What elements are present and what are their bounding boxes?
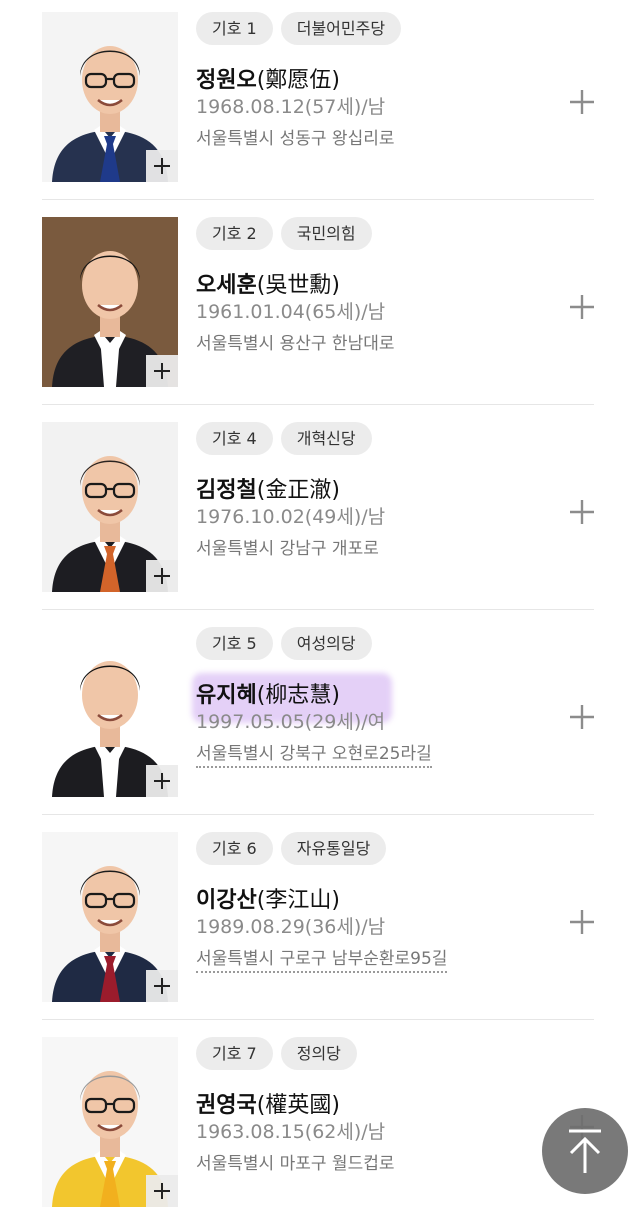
party-badge: 국민의힘 bbox=[280, 217, 372, 250]
plus-icon bbox=[154, 158, 170, 174]
candidate-name: 유지혜(柳志慧) bbox=[196, 677, 340, 709]
candidate-address: 서울특별시 구로구 남부순환로95길 bbox=[196, 944, 448, 973]
candidate-birth-info: 1963.08.15(62세)/남 bbox=[196, 1121, 386, 1143]
card-divider bbox=[42, 814, 594, 815]
candidate-address: 서울특별시 마포구 월드컵로 bbox=[196, 1154, 395, 1174]
card-divider bbox=[42, 199, 594, 200]
plus-icon bbox=[154, 773, 170, 789]
candidate-name: 김정철(金正澈) bbox=[196, 472, 340, 504]
candidate-name-korean: 김정철 bbox=[196, 478, 257, 503]
plus-icon bbox=[570, 910, 594, 934]
candidate-photo bbox=[42, 217, 178, 387]
candidate-name-korean: 유지혜 bbox=[196, 683, 257, 708]
candidate-name: 정원오(鄭愿伍) bbox=[196, 62, 340, 94]
candidate-name-hanja: (鄭愿伍) bbox=[256, 68, 340, 93]
candidate-name-hanja: (柳志慧) bbox=[256, 683, 340, 708]
arrow-up-to-top-icon bbox=[569, 1129, 601, 1173]
plus-icon bbox=[154, 978, 170, 994]
party-badge: 자유통일당 bbox=[280, 832, 387, 865]
candidate-photo bbox=[42, 832, 178, 1002]
candidate-number-badge: 기호 4 bbox=[196, 422, 273, 455]
add-candidate-button[interactable] bbox=[560, 285, 604, 329]
photo-add-button[interactable] bbox=[146, 970, 178, 1002]
candidate-photo bbox=[42, 422, 178, 592]
candidate-name-hanja: (李江山) bbox=[256, 888, 340, 913]
add-candidate-button[interactable] bbox=[560, 900, 604, 944]
candidate-birth-info: 1989.08.29(36세)/남 bbox=[196, 916, 386, 938]
candidate-name-korean: 권영국 bbox=[196, 1093, 257, 1118]
scroll-to-top-button[interactable] bbox=[542, 1108, 628, 1194]
plus-icon bbox=[570, 500, 594, 524]
candidate-name: 권영국(權英國) bbox=[196, 1087, 340, 1119]
candidate-name-hanja: (權英國) bbox=[256, 1093, 340, 1118]
candidate-birth-info: 1968.08.12(57세)/남 bbox=[196, 96, 386, 118]
add-candidate-button[interactable] bbox=[560, 695, 604, 739]
candidate-card[interactable]: 기호 1 더불어민주당 정원오(鄭愿伍) 1968.08.12(57세)/남 서… bbox=[0, 0, 636, 205]
photo-add-button[interactable] bbox=[146, 560, 178, 592]
candidate-card[interactable]: 기호 6 자유통일당 이강산(李江山) 1989.08.29(36세)/남 서울… bbox=[0, 820, 636, 1025]
candidate-address: 서울특별시 성동구 왕십리로 bbox=[196, 129, 395, 149]
candidate-name-hanja: (吳世勳) bbox=[256, 273, 340, 298]
candidate-tags: 기호 4 개혁신당 bbox=[196, 422, 372, 455]
candidate-number-badge: 기호 6 bbox=[196, 832, 273, 865]
candidate-number-badge: 기호 2 bbox=[196, 217, 273, 250]
candidate-name-korean: 이강산 bbox=[196, 888, 257, 913]
candidate-name: 오세훈(吳世勳) bbox=[196, 267, 340, 299]
candidate-tags: 기호 6 자유통일당 bbox=[196, 832, 387, 865]
candidate-address: 서울특별시 강북구 오현로25라길 bbox=[196, 739, 432, 768]
candidate-name: 이강산(李江山) bbox=[196, 882, 340, 914]
candidate-name-hanja: (金正澈) bbox=[256, 478, 340, 503]
photo-add-button[interactable] bbox=[146, 1175, 178, 1207]
plus-icon bbox=[154, 1183, 170, 1199]
card-divider bbox=[42, 404, 594, 405]
photo-add-button[interactable] bbox=[146, 765, 178, 797]
candidate-photo bbox=[42, 627, 178, 797]
candidate-card[interactable]: 기호 7 정의당 권영국(權英國) 1963.08.15(62세)/남 서울특별… bbox=[0, 1025, 636, 1230]
candidate-photo bbox=[42, 1037, 178, 1207]
candidate-tags: 기호 7 정의당 bbox=[196, 1037, 357, 1070]
candidate-birth-info: 1961.01.04(65세)/남 bbox=[196, 301, 386, 323]
candidate-name-korean: 정원오 bbox=[196, 68, 257, 93]
add-candidate-button[interactable] bbox=[560, 80, 604, 124]
candidate-address: 서울특별시 강남구 개포로 bbox=[196, 539, 379, 559]
candidate-tags: 기호 5 여성의당 bbox=[196, 627, 372, 660]
candidate-birth-info: 1997.05.05(29세)/여 bbox=[196, 711, 386, 733]
party-badge: 정의당 bbox=[280, 1037, 357, 1070]
add-candidate-button[interactable] bbox=[560, 490, 604, 534]
candidate-card[interactable]: 기호 2 국민의힘 오세훈(吳世勳) 1961.01.04(65세)/남 서울특… bbox=[0, 205, 636, 410]
plus-icon bbox=[154, 363, 170, 379]
candidate-name-korean: 오세훈 bbox=[196, 273, 257, 298]
party-badge: 개혁신당 bbox=[280, 422, 372, 455]
candidate-address: 서울특별시 용산구 한남대로 bbox=[196, 334, 395, 354]
party-badge: 여성의당 bbox=[280, 627, 372, 660]
candidate-photo bbox=[42, 12, 178, 182]
candidate-number-badge: 기호 7 bbox=[196, 1037, 273, 1070]
card-divider bbox=[42, 1019, 594, 1020]
candidate-birth-info: 1976.10.02(49세)/남 bbox=[196, 506, 386, 528]
candidate-tags: 기호 2 국민의힘 bbox=[196, 217, 372, 250]
plus-icon bbox=[570, 90, 594, 114]
plus-icon bbox=[570, 295, 594, 319]
party-badge: 더불어민주당 bbox=[280, 12, 402, 45]
candidate-card[interactable]: 기호 4 개혁신당 김정철(金正澈) 1976.10.02(49세)/남 서울특… bbox=[0, 410, 636, 615]
candidate-tags: 기호 1 더불어민주당 bbox=[196, 12, 402, 45]
plus-icon bbox=[154, 568, 170, 584]
photo-add-button[interactable] bbox=[146, 150, 178, 182]
plus-icon bbox=[570, 705, 594, 729]
photo-add-button[interactable] bbox=[146, 355, 178, 387]
candidate-number-badge: 기호 1 bbox=[196, 12, 273, 45]
candidate-card[interactable]: 기호 5 여성의당 유지혜(柳志慧) 1997.05.05(29세)/여 서울특… bbox=[0, 615, 636, 820]
card-divider bbox=[42, 609, 594, 610]
candidate-number-badge: 기호 5 bbox=[196, 627, 273, 660]
